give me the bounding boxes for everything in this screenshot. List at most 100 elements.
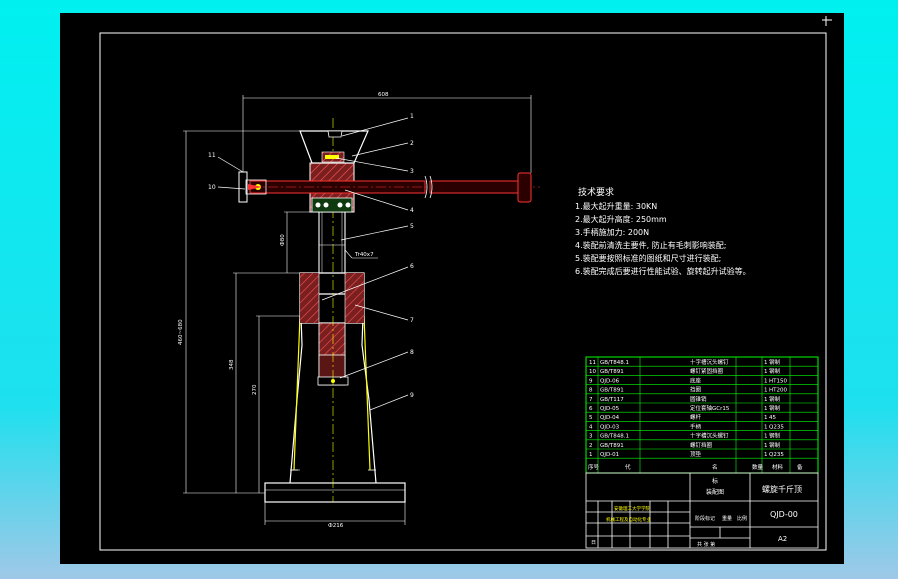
parts-cell: HT200 [769,388,787,394]
tech-item-3: 3.手柄施加力: 200N [575,227,649,237]
parts-cell: 45 [769,415,776,421]
balloon-4: 4 [410,207,414,214]
dim-overall-width: 608 [378,92,389,98]
handle-knob [517,172,532,203]
parts-header: 代 [625,463,631,471]
parts-cell: 4 [589,424,593,430]
parts-cell: 底座 [690,376,702,384]
parts-header: 材料 [772,463,784,471]
parts-header: 数量 [752,463,764,471]
parts-cell: 1 [764,397,768,403]
tech-item-1: 1.最大起升重量: 30KN [575,201,657,211]
drawing-title: 螺旋千斤顶 [762,484,802,494]
parts-cell: 挡圈 [690,386,702,394]
parts-cell: QJD-03 [600,424,620,430]
parts-cell: 手柄 [690,422,702,430]
parts-cell: GB/T891 [600,443,624,449]
parts-cell: 钢制 [769,358,781,366]
mark-label: 标 [712,477,718,485]
drawing-sheet [60,13,844,564]
parts-cell: Q235 [769,452,784,458]
parts-cell: 1 [764,452,768,458]
parts-cell: 1 [764,378,768,384]
parts-cell: 钢制 [769,404,781,412]
date-label: 日 [591,540,596,546]
parts-cell: 顶垫 [690,450,702,458]
dim-base-height: 348 [229,359,235,370]
drawing-number: QJD-00 [770,510,798,519]
tech-item-2: 2.最大起升高度: 250mm [575,214,667,224]
parts-cell: 钢制 [769,367,781,375]
parts-cell: 1 [764,360,768,366]
parts-cell: GB/T891 [600,369,624,375]
weight-label: 重量 [722,515,732,522]
balloon-2: 2 [410,140,414,147]
parts-cell: 螺钉挡圈 [690,441,713,449]
sheet-label: 共 张 第 [697,541,715,548]
dim-overall-height: 460~680 [178,319,184,345]
parts-cell: 1 [764,424,768,430]
parts-cell: 1 [764,415,768,421]
school-name: 安徽理工大学学院 [614,505,650,512]
parts-cell: 7 [589,397,593,403]
parts-cell: 1 [589,452,593,458]
parts-cell: QJD-01 [600,452,619,458]
tech-item-4: 4.装配前清洗主要件, 防止有毛刺影响装配; [575,240,726,250]
parts-cell: GB/T848.1 [600,434,629,440]
tech-item-6: 6.装配完成后要进行性能试验、旋转起升试验等。 [575,266,751,276]
parts-cell: 钢制 [769,395,781,403]
parts-cell: 6 [589,406,593,412]
assembly-label: 装配图 [706,488,724,496]
stage-label: 阶段标记 [695,515,715,522]
parts-cell: 十字槽沉头螺钉 [690,358,729,366]
parts-cell: GB/T891 [600,388,624,394]
parts-cell: QJD-04 [600,415,620,421]
parts-cell: 9 [589,378,593,384]
parts-cell: QJD-05 [600,406,620,412]
balloon-6: 6 [410,263,414,270]
parts-cell: 10 [589,369,596,375]
parts-cell: GB/T848.1 [600,360,629,366]
balloon-1: 1 [410,113,414,120]
parts-cell: 钢制 [769,432,781,440]
parts-header: 名 [712,463,718,471]
dim-screw-dia: Ф80 [280,234,286,246]
balloon-11: 11 [208,152,216,159]
parts-cell: 3 [589,434,593,440]
dim-body-height: 270 [252,384,258,395]
parts-cell: GB/T117 [600,397,624,403]
scale-label: 比例 [737,515,747,522]
balloon-3: 3 [410,168,414,175]
parts-cell: 钢制 [769,441,781,449]
parts-cell: HT150 [769,378,787,384]
parts-cell: 十字槽沉头螺钉 [690,432,729,440]
parts-header: 序号 [588,463,600,471]
balloon-9: 9 [410,392,414,399]
dim-thread: Tr40x7 [354,252,374,258]
parts-cell: 1 [764,388,768,394]
dim-base-dia: Ф216 [328,523,344,529]
parts-cell: Q235 [769,424,784,430]
parts-cell: 螺杆 [690,413,702,421]
balloon-5: 5 [410,223,414,230]
parts-cell: 定位套轴GCr15 [690,404,730,412]
parts-header: 备 [797,463,803,471]
drawing-canvas: 1 2 3 4 5 6 7 8 9 10 11 608 Ф80 Tr40x7 4… [60,13,844,564]
balloon-10: 10 [208,184,216,191]
parts-cell: 螺钉紧固挡圈 [690,367,724,375]
parts-cell: 11 [589,360,596,366]
tech-title: 技术要求 [578,186,614,198]
parts-cell: 1 [764,406,768,412]
balloon-7: 7 [410,317,414,324]
parts-cell: 圆锥销 [690,395,707,403]
parts-cell: 1 [764,369,768,375]
parts-cell: 5 [589,415,593,421]
class-info: 机械工程及自动化专业 [606,516,651,523]
tech-item-5: 5.装配要按照标准的图纸和尺寸进行装配; [575,253,721,263]
parts-cell: 8 [589,388,593,394]
parts-cell: 1 [764,434,768,440]
parts-cell: 1 [764,443,768,449]
sheet-size: A2 [778,535,787,543]
parts-cell: QJD-06 [600,378,620,384]
parts-cell: 2 [589,443,593,449]
